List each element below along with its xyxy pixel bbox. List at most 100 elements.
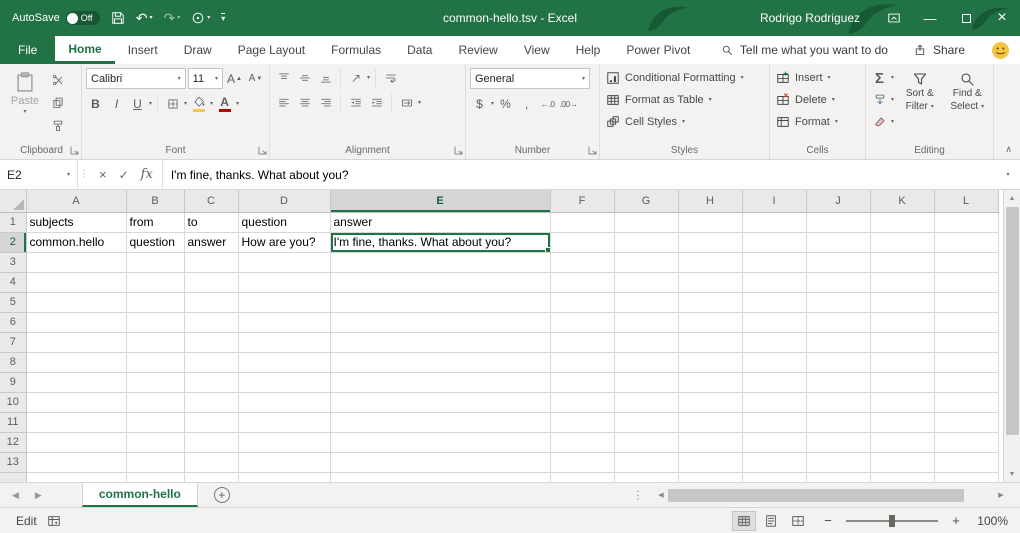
tab-review[interactable]: Review	[445, 36, 510, 64]
cell-G3[interactable]	[614, 252, 678, 272]
cell-G2[interactable]	[614, 232, 678, 252]
row-header-1[interactable]: 1	[0, 212, 26, 232]
cell-C9[interactable]	[184, 372, 238, 392]
cell-B5[interactable]	[126, 292, 184, 312]
align-right-button[interactable]	[316, 93, 335, 113]
cell-G11[interactable]	[614, 412, 678, 432]
undo-button[interactable]: ↶▾	[136, 11, 153, 25]
next-sheet-button[interactable]: ▶	[35, 490, 42, 501]
cell-D5[interactable]	[238, 292, 330, 312]
horizontal-scrollbar[interactable]: ◀ ▶	[652, 486, 1010, 504]
row-header-9[interactable]: 9	[0, 372, 26, 392]
cell-F8[interactable]	[550, 352, 614, 372]
cell-A5[interactable]	[26, 292, 126, 312]
autosave-toggle[interactable]: AutoSave Off	[12, 11, 100, 25]
cell-B8[interactable]	[126, 352, 184, 372]
font-color-button[interactable]: A	[215, 94, 234, 114]
cell-B11[interactable]	[126, 412, 184, 432]
column-header-F[interactable]: F	[550, 190, 614, 212]
cell-L2[interactable]	[934, 232, 998, 252]
conditional-formatting-button[interactable]: Conditional Formatting ▾	[604, 68, 765, 88]
cell-A13[interactable]	[26, 452, 126, 472]
cell-B3[interactable]	[126, 252, 184, 272]
align-left-button[interactable]	[274, 93, 293, 113]
cell-C3[interactable]	[184, 252, 238, 272]
format-cells-button[interactable]: Format ▾	[774, 112, 861, 132]
column-header-J[interactable]: J	[806, 190, 870, 212]
tab-file[interactable]: File	[0, 36, 55, 64]
macro-record-button[interactable]	[47, 514, 61, 528]
cell-C8[interactable]	[184, 352, 238, 372]
cell-K13[interactable]	[870, 452, 934, 472]
vertical-scrollbar-thumb[interactable]	[1006, 207, 1019, 435]
cell-E3[interactable]	[330, 252, 550, 272]
tab-formulas[interactable]: Formulas	[318, 36, 394, 64]
minimize-button[interactable]: —	[912, 0, 948, 36]
cell-J11[interactable]	[806, 412, 870, 432]
format-as-table-button[interactable]: Format as Table ▾	[604, 90, 765, 110]
column-header-E[interactable]: E	[330, 190, 550, 212]
cell-B6[interactable]	[126, 312, 184, 332]
cell-H2[interactable]	[678, 232, 742, 252]
number-format-select[interactable]: General▾	[470, 68, 590, 89]
cell-D7[interactable]	[238, 332, 330, 352]
cell-G13[interactable]	[614, 452, 678, 472]
cell-A9[interactable]	[26, 372, 126, 392]
comma-style-button[interactable]: ,	[517, 94, 536, 114]
scroll-right-icon[interactable]: ▶	[994, 491, 1008, 499]
enter-button[interactable]: ✓	[119, 168, 129, 182]
row-header-6[interactable]: 6	[0, 312, 26, 332]
save-button[interactable]	[111, 11, 125, 25]
cell-A6[interactable]	[26, 312, 126, 332]
cell-E1[interactable]: answer	[330, 212, 550, 232]
cell-H3[interactable]	[678, 252, 742, 272]
cell-D1[interactable]: question	[238, 212, 330, 232]
cell-A7[interactable]	[26, 332, 126, 352]
cell-C1[interactable]: to	[184, 212, 238, 232]
column-header-H[interactable]: H	[678, 190, 742, 212]
new-sheet-button[interactable]: +	[214, 483, 230, 507]
cell-L13[interactable]	[934, 452, 998, 472]
cell-K11[interactable]	[870, 412, 934, 432]
cell-I12[interactable]	[742, 432, 806, 452]
cell-H13[interactable]	[678, 452, 742, 472]
ribbon-display-options-button[interactable]	[876, 0, 912, 36]
cell-K8[interactable]	[870, 352, 934, 372]
cell-A4[interactable]	[26, 272, 126, 292]
column-header-I[interactable]: I	[742, 190, 806, 212]
tab-data[interactable]: Data	[394, 36, 445, 64]
previous-sheet-button[interactable]: ◀	[12, 490, 19, 501]
cell-J1[interactable]	[806, 212, 870, 232]
cell-E5[interactable]	[330, 292, 550, 312]
tab-draw[interactable]: Draw	[171, 36, 225, 64]
cell-F6[interactable]	[550, 312, 614, 332]
cell-I7[interactable]	[742, 332, 806, 352]
wrap-text-button[interactable]	[381, 68, 400, 88]
cell-J2[interactable]	[806, 232, 870, 252]
cell-K4[interactable]	[870, 272, 934, 292]
collapse-ribbon-button[interactable]: ∧	[1005, 144, 1012, 155]
cell-C7[interactable]	[184, 332, 238, 352]
cell-C13[interactable]	[184, 452, 238, 472]
cell-K6[interactable]	[870, 312, 934, 332]
cell-E8[interactable]	[330, 352, 550, 372]
format-painter-button[interactable]	[48, 116, 67, 136]
formula-input[interactable]: I'm fine, thanks. What about you?	[163, 160, 996, 189]
row-header-5[interactable]: 5	[0, 292, 26, 312]
row-header-3[interactable]: 3	[0, 252, 26, 272]
cell-F5[interactable]	[550, 292, 614, 312]
row-header-2[interactable]: 2	[0, 232, 26, 252]
page-break-view-button[interactable]	[786, 511, 810, 531]
font-family-select[interactable]: Calibri▾	[86, 68, 186, 89]
column-header-L[interactable]: L	[934, 190, 998, 212]
cell-E10[interactable]	[330, 392, 550, 412]
merge-center-button[interactable]	[397, 93, 416, 113]
cell-E13[interactable]	[330, 452, 550, 472]
cell-I8[interactable]	[742, 352, 806, 372]
cell-J9[interactable]	[806, 372, 870, 392]
sort-filter-button[interactable]: Sort & Filter▾	[898, 68, 941, 144]
redo-button[interactable]: ↷▾	[163, 11, 180, 25]
tell-me-box[interactable]: Tell me what you want to do	[721, 43, 888, 57]
horizontal-scrollbar-thumb[interactable]	[668, 489, 964, 502]
italic-button[interactable]: I	[107, 94, 126, 114]
